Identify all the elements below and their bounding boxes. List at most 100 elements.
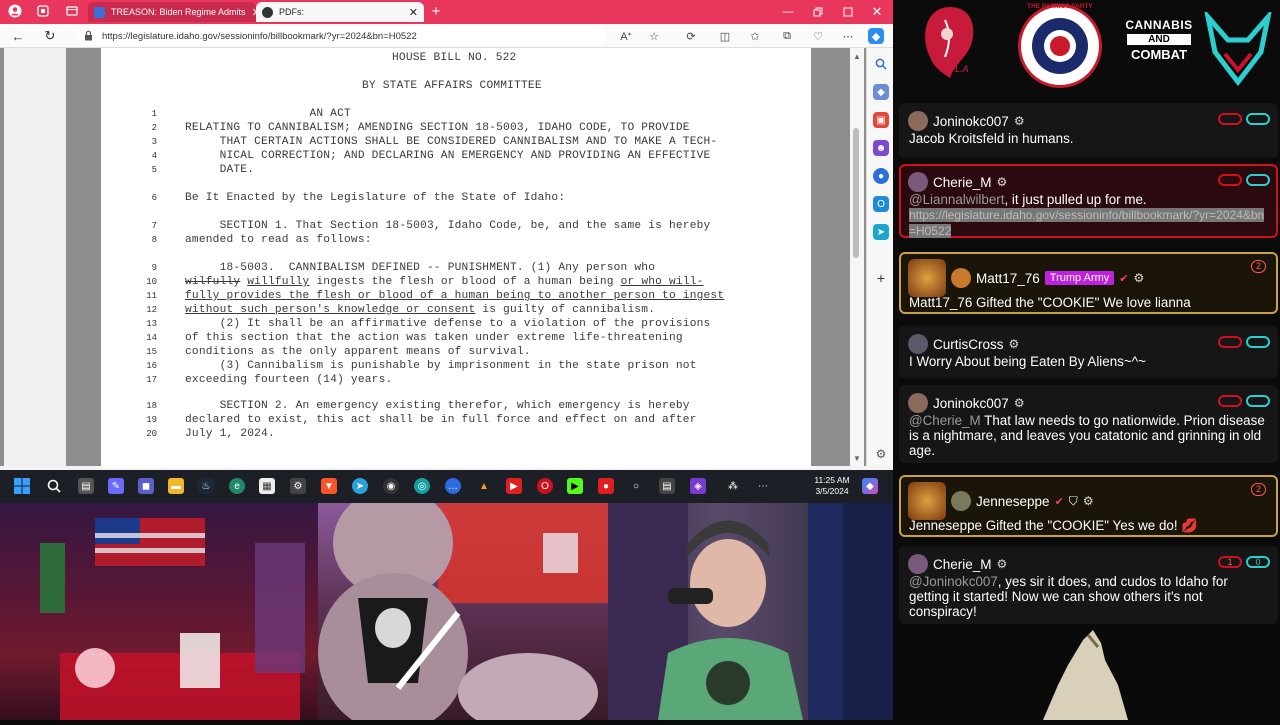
tab-treason-article[interactable]: TREASON: Biden Regime Admits ✕ [88, 2, 256, 22]
chat-message[interactable]: Joninokc007 ⚙ Jacob Kroitsfeld in humans. [899, 103, 1278, 158]
start-button-icon[interactable] [14, 478, 30, 494]
downvote-pill-icon[interactable] [1218, 113, 1242, 125]
gear-icon[interactable]: ⚙ [997, 557, 1008, 571]
read-aloud-icon[interactable]: Aᐩ [618, 28, 634, 44]
record-icon[interactable]: ● [598, 478, 614, 494]
address-bar[interactable]: https://legislature.idaho.gov/sessioninf… [76, 27, 606, 45]
chat-message[interactable]: Jenneseppe ✔ ⛉ ⚙ 2 Jenneseppe Gifted the "COO… [899, 475, 1278, 537]
chat-username[interactable]: Matt17_76 [976, 271, 1040, 286]
settings-taskbar-icon[interactable]: ⚙ [290, 478, 306, 494]
workspaces-icon[interactable] [35, 3, 51, 19]
collections-icon[interactable]: ⧉ [779, 28, 795, 44]
rumble-icon[interactable]: ▶ [567, 478, 583, 494]
network-icon[interactable]: ⁂ [725, 478, 741, 494]
restore-icon[interactable] [803, 0, 833, 24]
browser-alt-icon[interactable]: ◎ [414, 478, 430, 494]
browser-refresh-icon[interactable]: ⟳ [683, 28, 699, 44]
store-icon[interactable]: ▦ [259, 478, 275, 494]
chat-username[interactable]: Joninokc007 [933, 396, 1009, 411]
refresh-icon[interactable]: ↻ [41, 27, 59, 45]
chat-message[interactable]: Matt17_76 Trump Army ✔ ⚙ 2 Matt17_76 Gifted t… [899, 252, 1278, 314]
chat-message[interactable]: Joninokc007 ⚙ @Cherie_M That law needs to … [899, 385, 1278, 463]
avatar[interactable] [908, 334, 928, 354]
chat-username[interactable]: CurtisCross [933, 337, 1004, 352]
toolbox-icon[interactable]: ▣ [873, 112, 889, 128]
upvote-pill-icon[interactable] [1246, 174, 1270, 186]
chat-username[interactable]: Cherie_M [933, 175, 992, 190]
tab-pdfs[interactable]: PDFs: ✕ [256, 2, 424, 22]
avatar[interactable] [951, 268, 971, 288]
new-tab-icon[interactable]: + [428, 3, 444, 20]
edge-taskbar-icon[interactable]: e [229, 478, 245, 494]
profile-icon[interactable] [7, 3, 23, 19]
telegram-icon[interactable]: ➤ [352, 478, 368, 494]
avatar[interactable] [951, 491, 971, 511]
people-icon[interactable]: ☻ [873, 140, 889, 156]
back-icon[interactable]: ← [9, 27, 27, 45]
add-sidebar-app-icon[interactable]: + [873, 270, 889, 286]
tab-actions-icon[interactable] [64, 3, 80, 19]
downvote-count[interactable]: 1 [1218, 556, 1242, 568]
more-tray-icon[interactable]: ⋯ [755, 478, 771, 494]
mention[interactable]: @Joninokc007 [909, 574, 998, 589]
upvote-pill-icon[interactable] [1246, 395, 1270, 407]
streaming-icon[interactable]: ◈ [690, 478, 706, 494]
edge-drop-icon[interactable]: ● [873, 168, 889, 184]
gear-icon[interactable]: ⚙ [1014, 114, 1025, 128]
upvote-count[interactable]: 0 [1246, 556, 1270, 568]
close-tab-icon[interactable]: ✕ [246, 6, 256, 19]
file-explorer-icon[interactable]: ▬ [168, 478, 184, 494]
more-menu-icon[interactable]: ⋯ [840, 28, 856, 44]
mention[interactable]: @Cherie_M [909, 413, 981, 428]
chat-message[interactable]: Cherie_M ⚙ 1 0 @Joninokc007, yes sir it does… [899, 546, 1278, 624]
obs-icon[interactable]: ◉ [383, 478, 399, 494]
gear-icon[interactable]: ⚙ [1134, 271, 1145, 285]
widgets-icon[interactable]: ✎ [108, 478, 124, 494]
mention[interactable]: @Liannalwilbert [909, 192, 1004, 207]
chat-app-icon[interactable]: … [445, 478, 461, 494]
scroll-up-icon[interactable]: ▲ [853, 52, 861, 61]
downvote-pill-icon[interactable] [1218, 174, 1242, 186]
avatar[interactable] [908, 554, 928, 574]
brave-icon[interactable]: ▼ [321, 478, 337, 494]
youtube-icon[interactable]: ▶ [506, 478, 522, 494]
steam-icon[interactable]: ♨ [198, 478, 214, 494]
send-icon[interactable]: ➤ [873, 224, 889, 240]
app-circle-icon[interactable]: ○ [628, 478, 644, 494]
gear-icon[interactable]: ⚙ [1014, 396, 1025, 410]
close-window-icon[interactable]: ✕ [862, 0, 892, 24]
chat-link[interactable]: https://legislature.idaho.gov/sessioninf… [909, 208, 1265, 238]
chat-username[interactable]: Cherie_M [933, 557, 992, 572]
downvote-pill-icon[interactable] [1218, 395, 1242, 407]
favorite-star-icon[interactable]: ☆ [646, 28, 662, 44]
outlook-icon[interactable]: O [873, 196, 889, 212]
favorites-icon[interactable]: ✩ [747, 28, 763, 44]
sidebar-settings-icon[interactable]: ⚙ [873, 446, 889, 462]
copilot-icon[interactable]: ◆ [868, 28, 884, 44]
avatar[interactable] [908, 172, 928, 192]
task-view-icon[interactable]: ▤ [78, 478, 94, 494]
avatar[interactable] [908, 393, 928, 413]
chat-message[interactable]: CurtisCross ⚙ I Worry About being Eaten By… [899, 326, 1278, 378]
close-tab-icon[interactable]: ✕ [403, 6, 418, 19]
chat-username[interactable]: Jenneseppe [976, 494, 1050, 509]
maximize-icon[interactable] [833, 0, 863, 24]
scroll-down-icon[interactable]: ▼ [853, 454, 861, 463]
gear-icon[interactable]: ⚙ [997, 175, 1008, 189]
taskbar-clock[interactable]: 11:25 AM 3/5/2024 [812, 475, 852, 497]
search-icon[interactable] [873, 56, 889, 72]
tag-icon[interactable]: ◆ [873, 84, 889, 100]
opera-icon[interactable]: O [537, 478, 553, 494]
pdf-scrollbar[interactable]: ▲ ▼ [850, 48, 864, 466]
teams-icon[interactable]: ◼ [138, 478, 154, 494]
gear-icon[interactable]: ⚙ [1009, 337, 1020, 351]
taskbar-search-icon[interactable] [46, 478, 62, 494]
downvote-pill-icon[interactable] [1218, 336, 1242, 348]
vlc-icon[interactable]: ▲ [476, 478, 492, 494]
upvote-pill-icon[interactable] [1246, 113, 1270, 125]
gear-icon[interactable]: ⚙ [1083, 494, 1094, 508]
copilot-taskbar-icon[interactable]: ◆ [862, 478, 878, 494]
avatar[interactable] [908, 111, 928, 131]
upvote-pill-icon[interactable] [1246, 336, 1270, 348]
media-icon[interactable]: ▤ [659, 478, 675, 494]
